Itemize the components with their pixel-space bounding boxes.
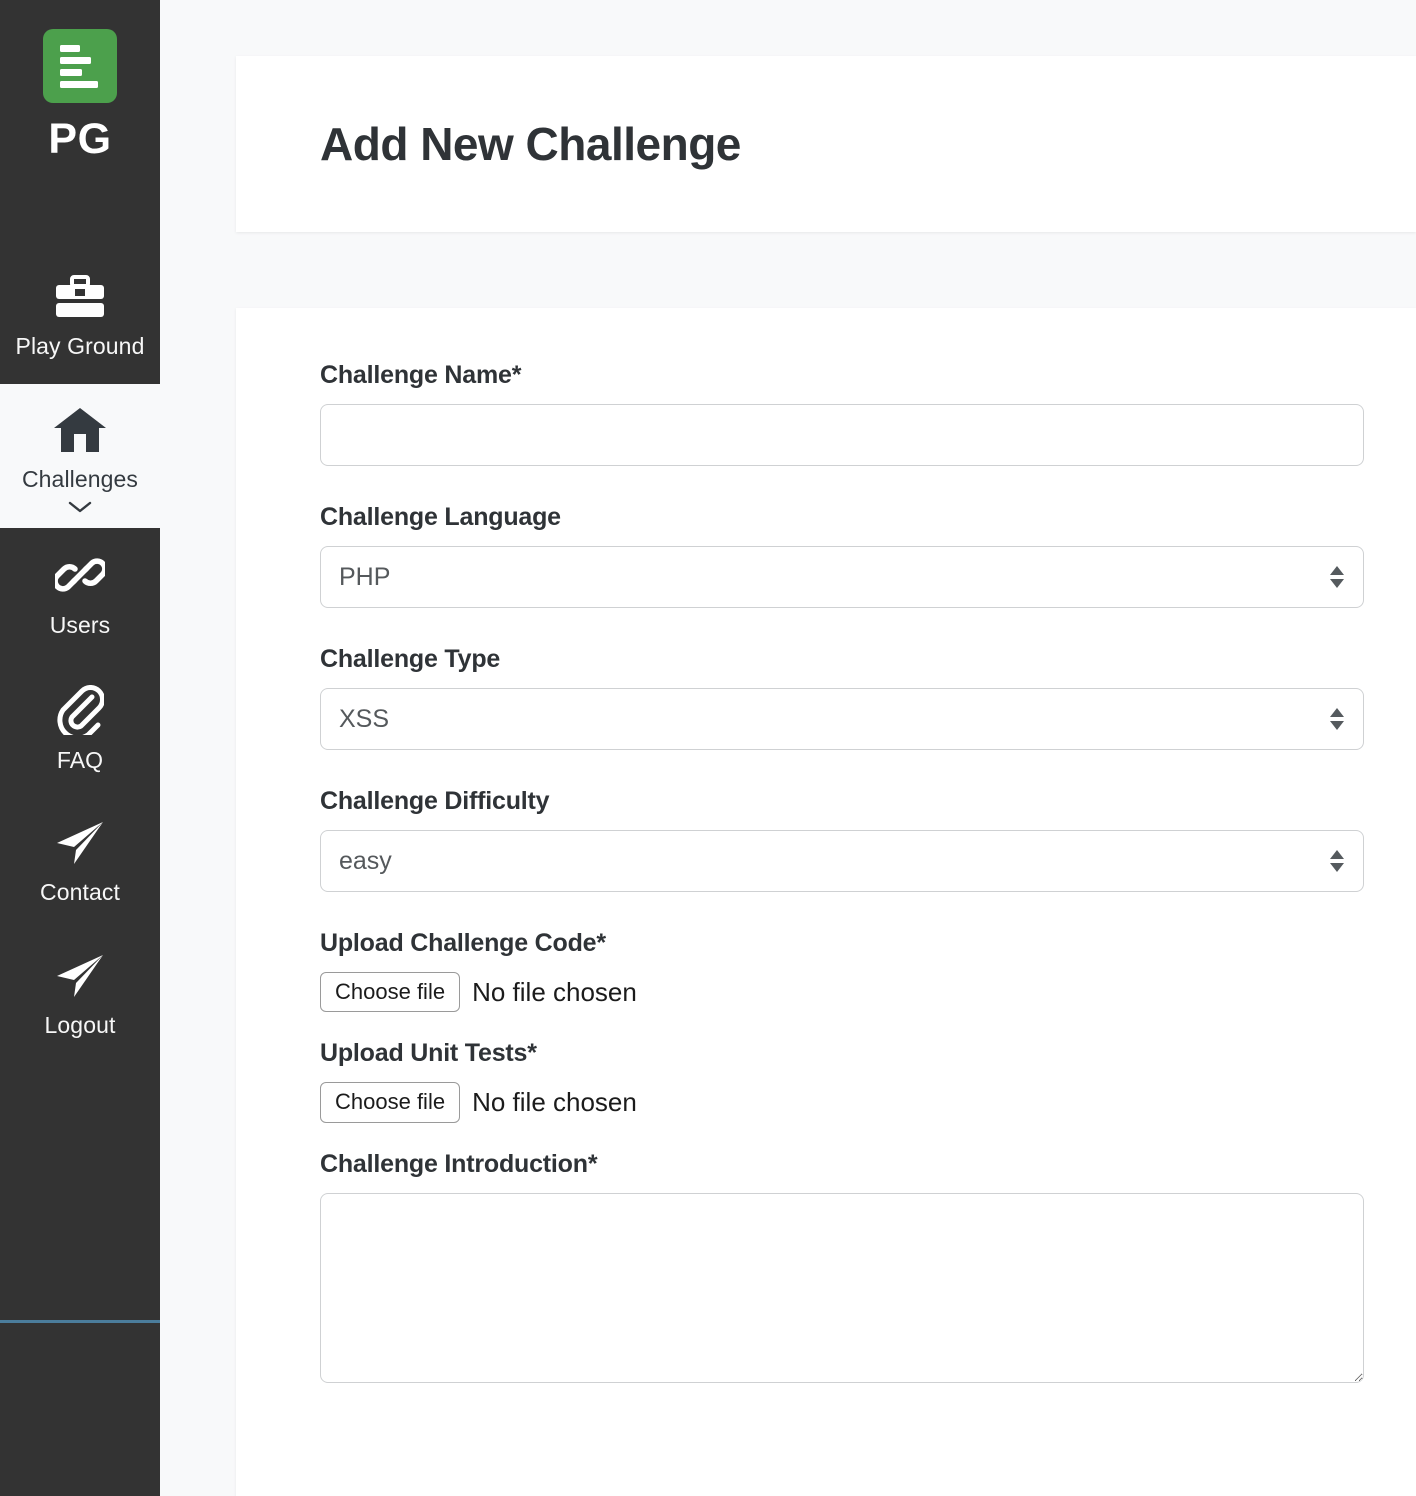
sidebar: PG Play Ground Challenges Users FAQ Cont… [0, 0, 160, 1496]
challenge-language-label: Challenge Language [320, 503, 561, 531]
sidebar-item-label: Logout [44, 1011, 116, 1038]
page-header-card: Add New Challenge [236, 56, 1416, 232]
main-content: Add New Challenge Challenge Name* Challe… [160, 0, 1416, 1496]
sidebar-item-label: FAQ [56, 746, 104, 773]
sidebar-item-label: Challenges [21, 465, 139, 492]
sidebar-item-users[interactable]: Users [0, 528, 160, 663]
app-logo[interactable] [43, 29, 117, 103]
sidebar-item-logout[interactable]: Logout [0, 930, 160, 1063]
chevron-down-icon[interactable] [67, 500, 93, 514]
field-challenge-difficulty: Challenge Difficulty easy [320, 786, 1364, 892]
sidebar-item-challenges[interactable]: Challenges [0, 383, 160, 529]
sidebar-divider [0, 1320, 160, 1323]
sidebar-item-label: Play Ground [15, 333, 145, 359]
upload-unit-tests-label: Upload Unit Tests* [320, 1039, 537, 1068]
app-root: PG Play Ground Challenges Users FAQ Cont… [0, 0, 1416, 1496]
file-status-text: No file chosen [472, 976, 637, 1007]
sidebar-nav: Play Ground Challenges Users FAQ Contact… [0, 253, 160, 1062]
challenge-introduction-label: Challenge Introduction* [320, 1149, 598, 1178]
field-challenge-name: Challenge Name* [320, 360, 1364, 466]
challenge-language-select[interactable]: PHP [320, 546, 1364, 608]
challenge-type-select[interactable]: XSS [320, 688, 1364, 750]
briefcase-icon [54, 275, 106, 321]
paper-plane-icon [54, 952, 106, 1000]
field-upload-challenge-code: Upload Challenge Code* Choose file No fi… [320, 928, 1332, 1013]
choose-file-button[interactable]: Choose file [320, 972, 461, 1013]
field-challenge-type: Challenge Type XSS [320, 644, 1364, 750]
challenge-type-label: Challenge Type [320, 645, 501, 673]
sidebar-item-contact[interactable]: Contact [0, 797, 160, 930]
paper-plane-icon [54, 819, 106, 867]
challenge-difficulty-select[interactable]: easy [320, 830, 1364, 892]
file-status-text: No file chosen [472, 1086, 637, 1117]
home-icon [53, 406, 107, 454]
brand-initials: PG [48, 115, 112, 163]
challenge-name-label: Challenge Name* [320, 361, 522, 389]
sidebar-item-faq[interactable]: FAQ [0, 663, 160, 798]
challenge-form-card: Challenge Name* Challenge Language PHP C… [236, 308, 1416, 1496]
paperclip-icon [56, 684, 104, 735]
chain-link-icon [55, 550, 105, 600]
page-title: Add New Challenge [320, 117, 741, 170]
sidebar-item-label: Users [49, 612, 111, 639]
field-upload-unit-tests: Upload Unit Tests* Choose file No file c… [320, 1038, 1332, 1123]
upload-unit-tests-row: Choose file No file chosen [320, 1082, 1332, 1123]
field-challenge-introduction: Challenge Introduction* [320, 1149, 1364, 1383]
list-lines-icon [60, 44, 100, 88]
challenge-name-input[interactable] [320, 404, 1364, 466]
upload-challenge-code-label: Upload Challenge Code* [320, 929, 606, 957]
sidebar-item-label: Contact [40, 879, 120, 906]
choose-file-button[interactable]: Choose file [320, 1082, 461, 1123]
challenge-difficulty-label: Challenge Difficulty [320, 787, 550, 815]
field-challenge-language: Challenge Language PHP [320, 502, 1364, 608]
challenge-introduction-textarea[interactable] [320, 1192, 1364, 1383]
upload-challenge-code-row: Choose file No file chosen [320, 972, 1332, 1013]
sidebar-item-play-ground[interactable]: Play Ground [0, 253, 160, 384]
